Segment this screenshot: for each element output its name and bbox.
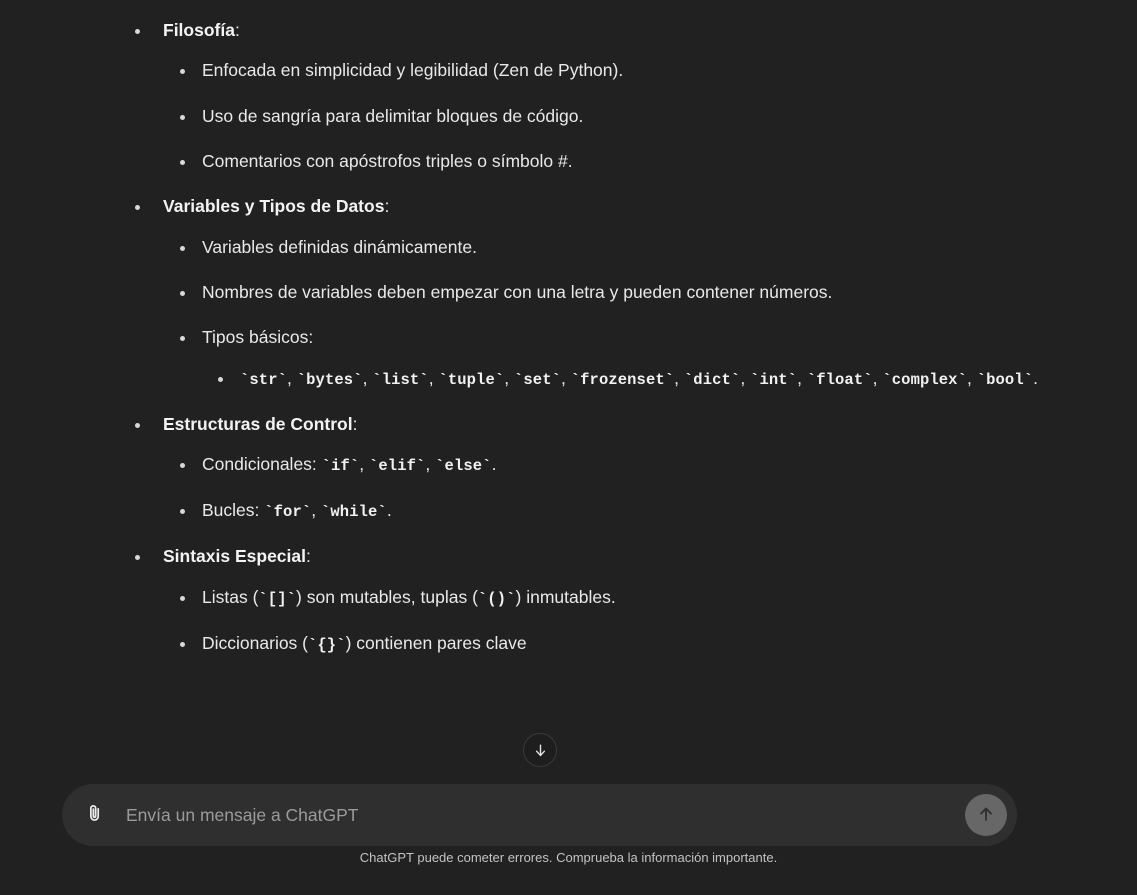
outline-list: Filosofía: Enfocada en simplicidad y legi… xyxy=(0,16,1137,658)
list-item: Nombres de variables deben empezar con u… xyxy=(163,278,1137,306)
inline-code: `[]` xyxy=(258,589,297,608)
inline-code: `if` xyxy=(321,457,360,476)
inline-code: `bool` xyxy=(976,370,1034,389)
outline-section: Filosofía: Enfocada en simplicidad y legi… xyxy=(0,16,1137,175)
list-item: Condicionales: `if`, `elif`, `else`. xyxy=(163,450,1137,479)
scroll-to-bottom-button[interactable] xyxy=(523,733,557,767)
inline-code: `frozenset` xyxy=(570,370,675,389)
list-item: Diccionarios (`{}`) contienen pares clav… xyxy=(163,629,1137,658)
composer-area: ChatGPT puede cometer errores. Comprueba… xyxy=(0,782,1137,895)
list-item: Listas (`[]`) son mutables, tuplas (`()`… xyxy=(163,583,1137,612)
sub-list: Condicionales: `if`, `elif`, `else`. Bucl… xyxy=(163,450,1137,525)
outline-section: Sintaxis Especial: Listas (`[]`) son muta… xyxy=(0,542,1137,658)
list-item: Bucles: `for`, `while`. xyxy=(163,496,1137,525)
sub-list: Listas (`[]`) son mutables, tuplas (`()`… xyxy=(163,583,1137,658)
inline-code: `bytes` xyxy=(296,370,363,389)
inline-code: `for` xyxy=(264,503,312,522)
inline-code: `float` xyxy=(806,370,873,389)
disclaimer-text: ChatGPT puede cometer errores. Comprueba… xyxy=(359,850,778,865)
conversation-scroll-area[interactable]: Filosofía: Enfocada en simplicidad y legi… xyxy=(0,0,1137,782)
outline-section: Variables y Tipos de Datos: Variables def… xyxy=(0,192,1137,392)
section-heading: Estructuras de Control xyxy=(163,413,353,434)
list-item: Uso de sangría para delimitar bloques de… xyxy=(163,102,1137,130)
inline-code: `()` xyxy=(477,589,516,608)
sub-sub-list: `str`, `bytes`, `list`, `tuple`, `set`, … xyxy=(202,364,1137,393)
send-button[interactable] xyxy=(965,794,1007,836)
section-heading: Variables y Tipos de Datos xyxy=(163,196,385,217)
inline-code: `elif` xyxy=(369,457,426,476)
list-item: `str`, `bytes`, `list`, `tuple`, `set`, … xyxy=(202,364,1137,393)
paperclip-icon xyxy=(84,802,106,829)
assistant-message: Filosofía: Enfocada en simplicidad y legi… xyxy=(0,0,1137,658)
list-item: Comentarios con apóstrofos triples o sím… xyxy=(163,147,1137,175)
arrow-down-icon xyxy=(532,742,549,759)
message-composer[interactable] xyxy=(62,784,1017,846)
inline-code: `else` xyxy=(435,457,492,476)
arrow-up-icon xyxy=(976,804,996,827)
attach-file-button[interactable] xyxy=(78,798,112,832)
inline-code: `int` xyxy=(750,370,798,389)
inline-code: `str` xyxy=(240,370,288,389)
message-input[interactable] xyxy=(112,795,965,835)
list-item: Tipos básicos: `str`, `bytes`, `list`, `t… xyxy=(163,323,1137,392)
list-item: Enfocada en simplicidad y legibilidad (Z… xyxy=(163,56,1137,84)
inline-code: `{}` xyxy=(308,635,346,654)
inline-code: `set` xyxy=(514,370,562,389)
section-heading: Filosofía xyxy=(163,20,235,40)
inline-code: `list` xyxy=(372,370,429,389)
inline-code: `dict` xyxy=(683,370,741,389)
inline-code: `while` xyxy=(321,503,387,522)
outline-section: Estructuras de Control: Condicionales: `i… xyxy=(0,410,1137,526)
sub-list: Enfocada en simplicidad y legibilidad (Z… xyxy=(163,56,1137,175)
inline-code: `tuple` xyxy=(438,370,505,389)
sub-list: Variables definidas dinámicamente. Nombre… xyxy=(163,233,1137,393)
section-heading: Sintaxis Especial xyxy=(163,546,306,567)
inline-code: `complex` xyxy=(882,370,967,389)
list-item: Variables definidas dinámicamente. xyxy=(163,233,1137,261)
